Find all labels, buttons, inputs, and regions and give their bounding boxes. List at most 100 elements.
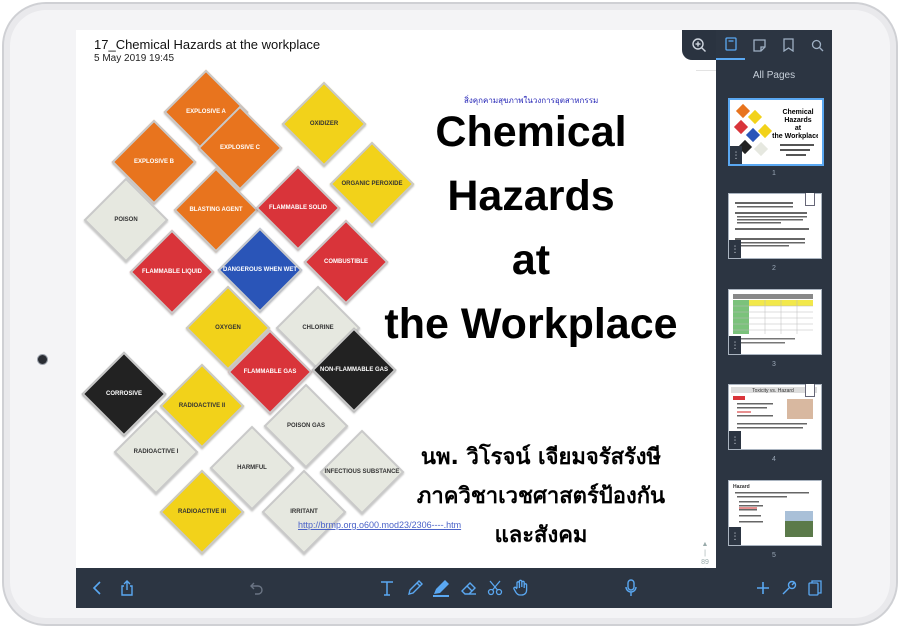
hazard-placard-label: FLAMMABLE SOLID — [269, 205, 327, 211]
slide-title: Chemical Hazards at the Workplace — [356, 100, 706, 356]
settings-icon — [782, 580, 797, 595]
back-icon — [92, 581, 101, 595]
hazard-placard-label: FLAMMABLE GAS — [243, 369, 297, 375]
hazard-placard-label: RADIOACTIVE III — [177, 509, 227, 515]
highlighter-tool-button[interactable] — [428, 568, 454, 608]
pen-tool-button[interactable] — [402, 568, 428, 608]
thumbnail-preview: Hazard — [733, 484, 813, 537]
zoom-icon — [692, 38, 706, 52]
page-indicator-number: 89 — [701, 559, 709, 566]
hazard-placard-label: EXPLOSIVE B — [133, 159, 175, 165]
sidebar-tabs — [716, 30, 832, 60]
pages-sidebar: All Pages Chemical Hazards at the Workpl… — [716, 30, 832, 568]
hazard-placard-label: EXPLOSIVE C — [219, 145, 261, 151]
add-icon — [757, 582, 769, 594]
slide-title-line: at — [511, 236, 551, 284]
hazard-placard-label: OXIDIZER — [309, 121, 339, 127]
slide: EXPLOSIVE A EXPLOSIVE B EXPLOSIVE C OXIDIZE… — [76, 69, 709, 584]
page-thumbnail-5[interactable]: Hazard ⋮ — [728, 480, 822, 546]
hazard-placard: OXIDIZER — [281, 81, 367, 167]
lasso-tool-button[interactable] — [482, 568, 508, 608]
thumbnail-menu-button[interactable]: ⋮ — [729, 336, 741, 354]
hazard-placard-label: BLASTING AGENT — [189, 207, 243, 213]
page-thumbnail-3[interactable]: ⋮ — [728, 289, 822, 355]
svg-text:Hazards: Hazards — [784, 117, 811, 124]
pages-icon — [724, 37, 737, 51]
svg-text:at: at — [795, 125, 802, 132]
tab-pages[interactable] — [716, 30, 745, 60]
screen: 17_Chemical Hazards at the workplace 5 M… — [76, 30, 832, 608]
hazard-placard-label: IRRITANT — [290, 509, 318, 515]
thumbnail-number: 1 — [772, 170, 776, 177]
bottom-toolbar — [76, 568, 832, 608]
hazard-placard-label: POISON GAS — [286, 423, 326, 429]
note-date: 5 May 2019 19:45 — [94, 53, 175, 64]
thumbnail-title: Hazard — [733, 484, 750, 490]
back-button[interactable] — [84, 568, 110, 608]
add-button[interactable] — [750, 568, 776, 608]
tab-bookmarks[interactable] — [774, 30, 803, 60]
thumbnail-preview — [733, 294, 813, 344]
slide-link[interactable]: http://brmp.org.o600.mod23/2306----.htm — [298, 520, 461, 530]
thumbnail-title: Toxicity vs. Hazard — [752, 388, 794, 394]
page-thumbnail-1[interactable]: Chemical Hazards at the Workplace ⋮ — [728, 98, 824, 166]
bookmark-flag-icon — [805, 384, 815, 397]
slide-title-line: Hazards — [447, 172, 615, 220]
pen-tool-icon — [408, 580, 423, 595]
hazard-placard-label: CHLORINE — [302, 325, 334, 331]
page-thumbnail-4[interactable]: Toxicity vs. Hazard ⋮ — [728, 384, 822, 450]
microphone-icon — [625, 579, 637, 596]
note-header: 17_Chemical Hazards at the workplace 5 M… — [76, 30, 716, 71]
hazard-placard-label: RADIOACTIVE I — [133, 449, 179, 455]
author-line: ภาควิชาเวชศาสตร์ป้องกัน — [416, 484, 666, 509]
camera — [37, 354, 48, 365]
author-line: นพ. วิโรจน์ เจียมจรัสรังษี — [420, 445, 662, 470]
notebook-icon — [808, 580, 822, 596]
text-tool-button[interactable] — [374, 568, 400, 608]
hazard-placard-label: FLAMMABLE LIQUID — [142, 269, 202, 275]
thumbnail-menu-button[interactable]: ⋮ — [729, 240, 741, 258]
tab-search[interactable] — [803, 30, 832, 60]
zoom-button[interactable] — [682, 30, 716, 60]
svg-text:the Workplace: the Workplace — [772, 133, 818, 140]
all-pages-heading: All Pages — [752, 70, 796, 81]
settings-button[interactable] — [776, 568, 802, 608]
hand-tool-icon — [513, 579, 528, 596]
text-tool-icon — [381, 581, 393, 596]
hand-tool-button[interactable] — [508, 568, 534, 608]
lasso-tool-icon — [487, 580, 503, 596]
slide-author: นพ. วิโรจน์ เจียมจรัสรังษี ภาควิชาเวชศาส… — [386, 438, 696, 555]
hazard-placard-label: HARMFUL — [237, 465, 267, 471]
hazard-placard-label: OXYGEN — [215, 325, 241, 331]
hazard-placard-label: DANGEROUS WHEN WET — [223, 267, 297, 273]
hazard-placard-label: POISON — [114, 217, 138, 223]
notebook-button[interactable] — [802, 568, 828, 608]
highlighter-tool-icon — [433, 580, 449, 597]
thumbnail-preview: Chemical Hazards at the Workplace — [733, 103, 820, 157]
tab-notes[interactable] — [745, 30, 774, 60]
hazard-placard-label: EXPLOSIVE A — [186, 109, 226, 115]
svg-text:Chemical: Chemical — [782, 109, 813, 116]
search-icon — [811, 39, 824, 51]
undo-button[interactable] — [244, 568, 270, 608]
hazard-placard-label: RADIOACTIVE II — [178, 403, 226, 409]
hazard-placard-label: NON-FLAMMABLE GAS — [320, 367, 388, 373]
bookmark-icon — [783, 38, 794, 52]
note-canvas[interactable]: 17_Chemical Hazards at the workplace 5 M… — [76, 30, 716, 584]
page-thumbnail-2[interactable]: ⋮ — [728, 193, 822, 259]
share-icon — [121, 580, 133, 596]
slide-title-line: the Workplace — [384, 300, 678, 348]
thumbnail-number: 2 — [772, 265, 776, 272]
thumbnail-number: 4 — [772, 456, 776, 463]
thumbnail-menu-button[interactable]: ⋮ — [730, 146, 742, 164]
eraser-tool-button[interactable] — [456, 568, 482, 608]
bookmark-flag-icon — [805, 193, 815, 206]
thumbnail-menu-button[interactable]: ⋮ — [729, 527, 741, 545]
thumbnail-menu-button[interactable]: ⋮ — [729, 431, 741, 449]
share-button[interactable] — [114, 568, 140, 608]
hazard-placard-label: CORROSIVE — [105, 391, 143, 397]
undo-icon — [250, 582, 263, 595]
note-title[interactable]: 17_Chemical Hazards at the workplace — [94, 37, 320, 52]
eraser-tool-icon — [461, 582, 476, 595]
microphone-button[interactable] — [618, 568, 644, 608]
